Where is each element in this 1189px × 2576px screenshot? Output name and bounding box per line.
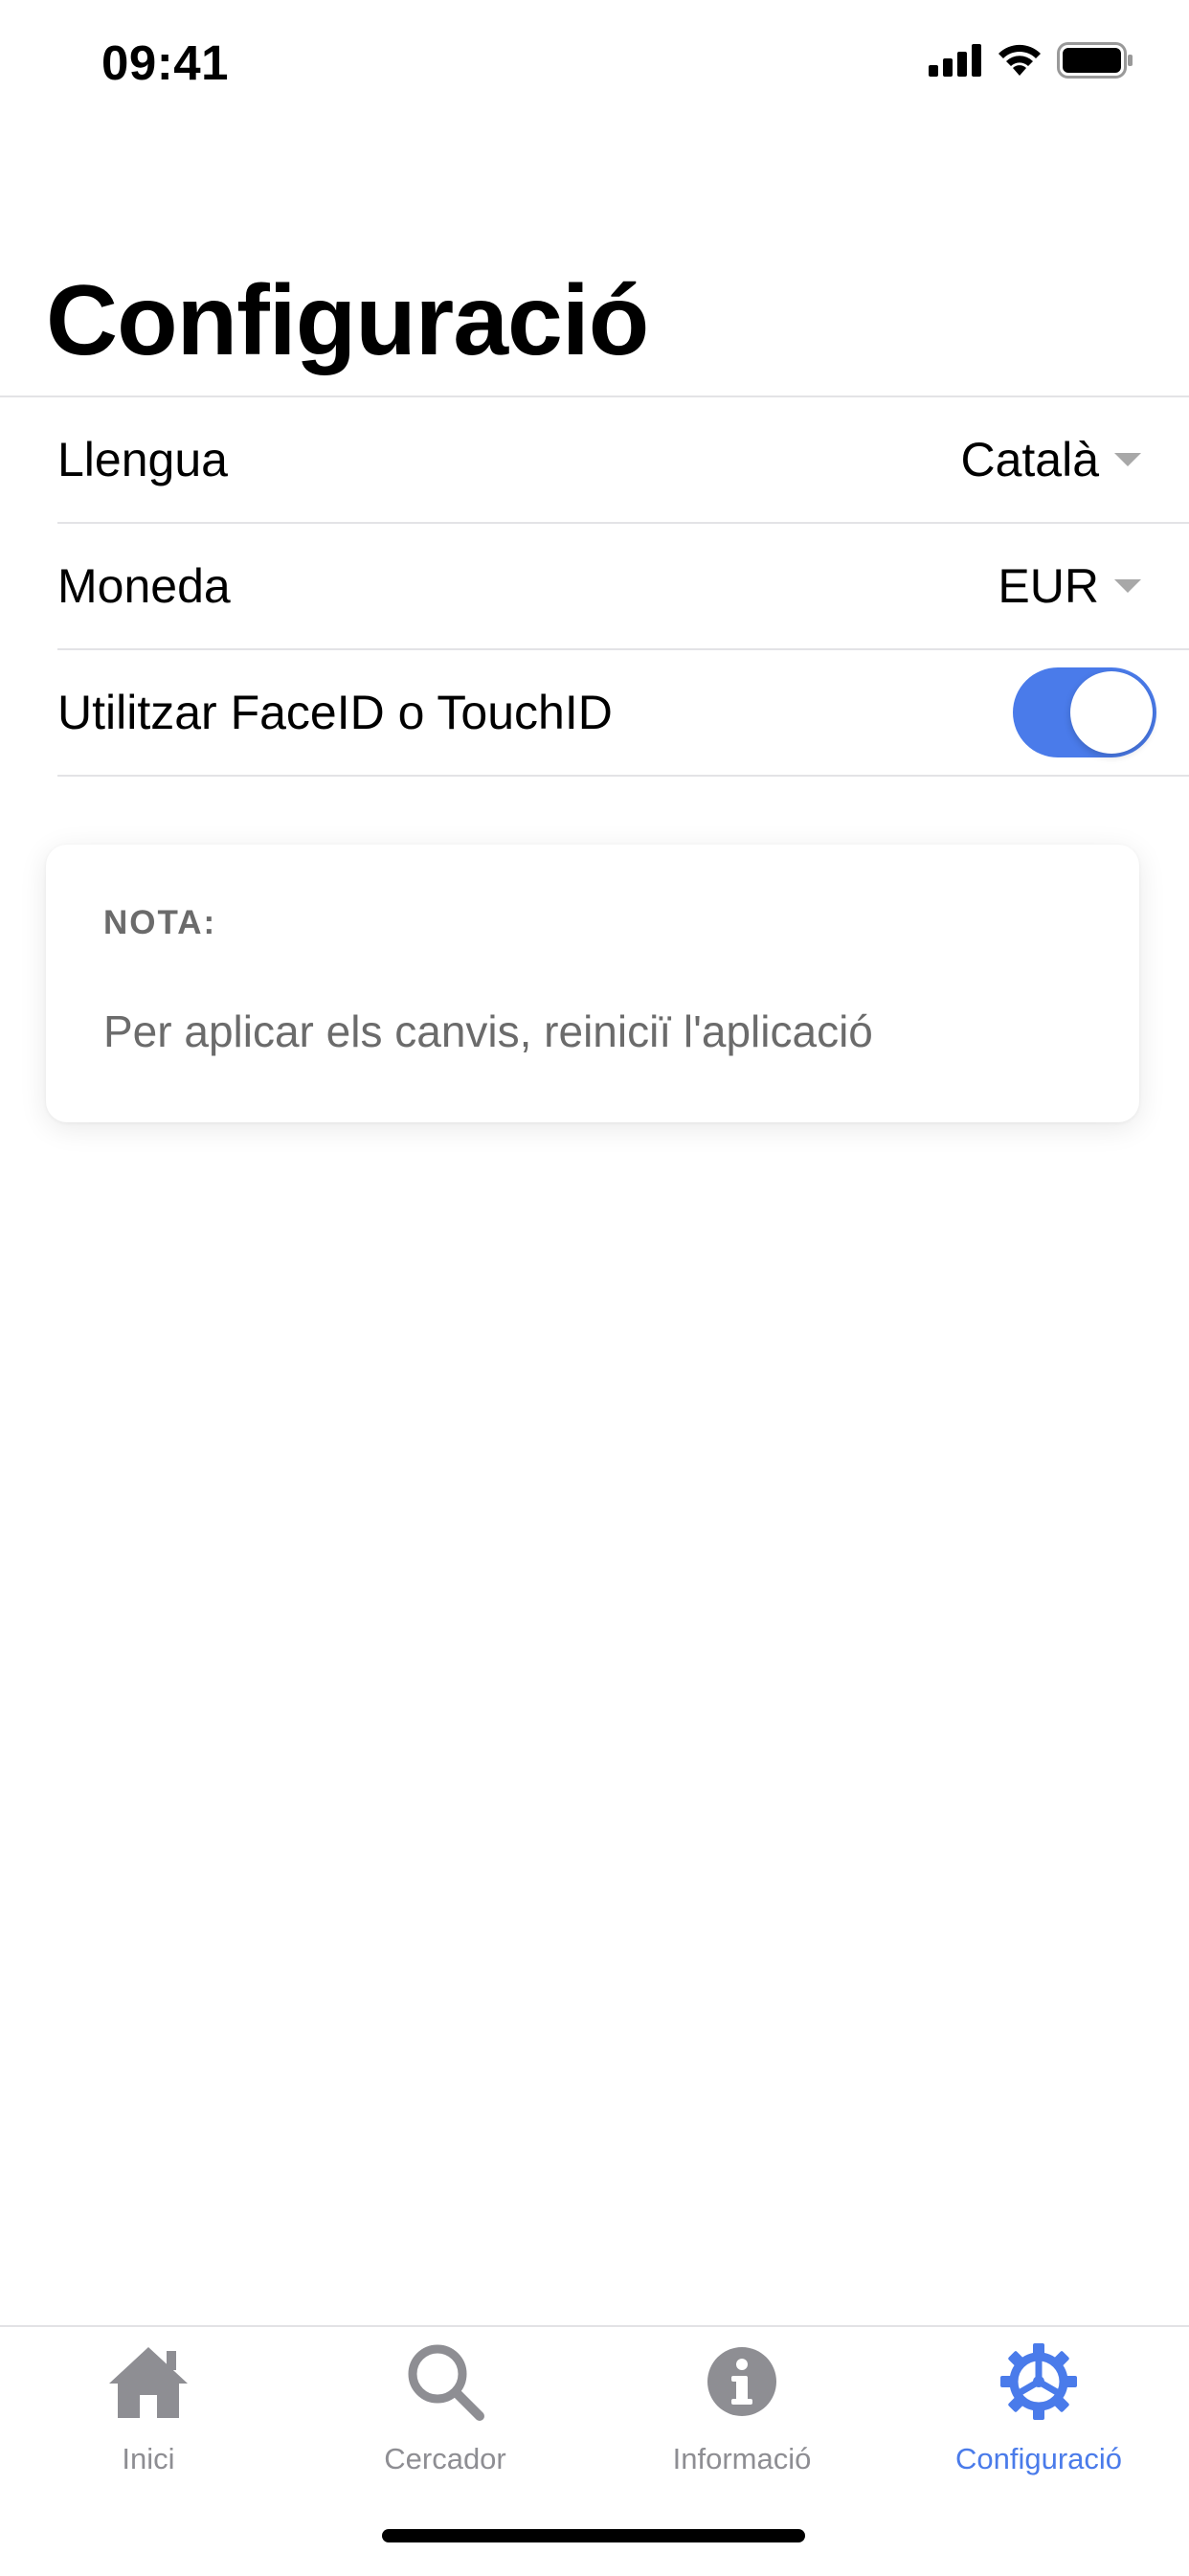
info-icon [699,2339,785,2425]
signal-icon [929,44,981,77]
note-title: NOTA: [103,904,217,941]
language-value: Català [960,433,1099,486]
status-icons [929,42,1133,79]
language-select[interactable]: Català [960,432,1141,487]
home-icon [105,2339,191,2425]
biometrics-row: Utilitzar FaceID o TouchID [57,650,1189,777]
tab-label: Informació [672,2442,812,2475]
battery-icon [1057,42,1133,79]
toggle-knob [1070,671,1153,754]
tab-label: Cercador [384,2442,506,2475]
wifi-icon [998,44,1041,76]
currency-row[interactable]: Moneda EUR [57,524,1189,650]
language-label: Llengua [57,433,228,486]
tab-cercador[interactable]: Cercador [297,2339,594,2476]
status-time: 09:41 [101,35,229,90]
gear-icon [996,2339,1082,2425]
tab-label: Inici [122,2442,175,2475]
biometrics-toggle[interactable] [1013,667,1156,757]
home-indicator[interactable] [382,2529,805,2542]
currency-value: EUR [998,559,1099,613]
note-card: NOTA: Per aplicar els canvis, reiniciï l… [46,845,1139,1122]
language-row[interactable]: Llengua Català [57,397,1189,524]
page-title: Configuració [46,265,649,376]
tab-informacio[interactable]: Informació [594,2339,890,2476]
tab-label: Configuració [954,2442,1123,2475]
currency-select[interactable]: EUR [998,558,1141,614]
tab-configuracio[interactable]: Configuració [890,2339,1187,2476]
currency-label: Moneda [57,559,231,613]
dropdown-caret-icon [1114,579,1141,593]
note-text: Per aplicar els canvis, reiniciï l'aplic… [103,1006,873,1056]
search-icon [402,2339,488,2425]
tab-inici[interactable]: Inici [0,2339,297,2476]
biometrics-label: Utilitzar FaceID o TouchID [57,686,613,739]
dropdown-caret-icon [1114,453,1141,466]
